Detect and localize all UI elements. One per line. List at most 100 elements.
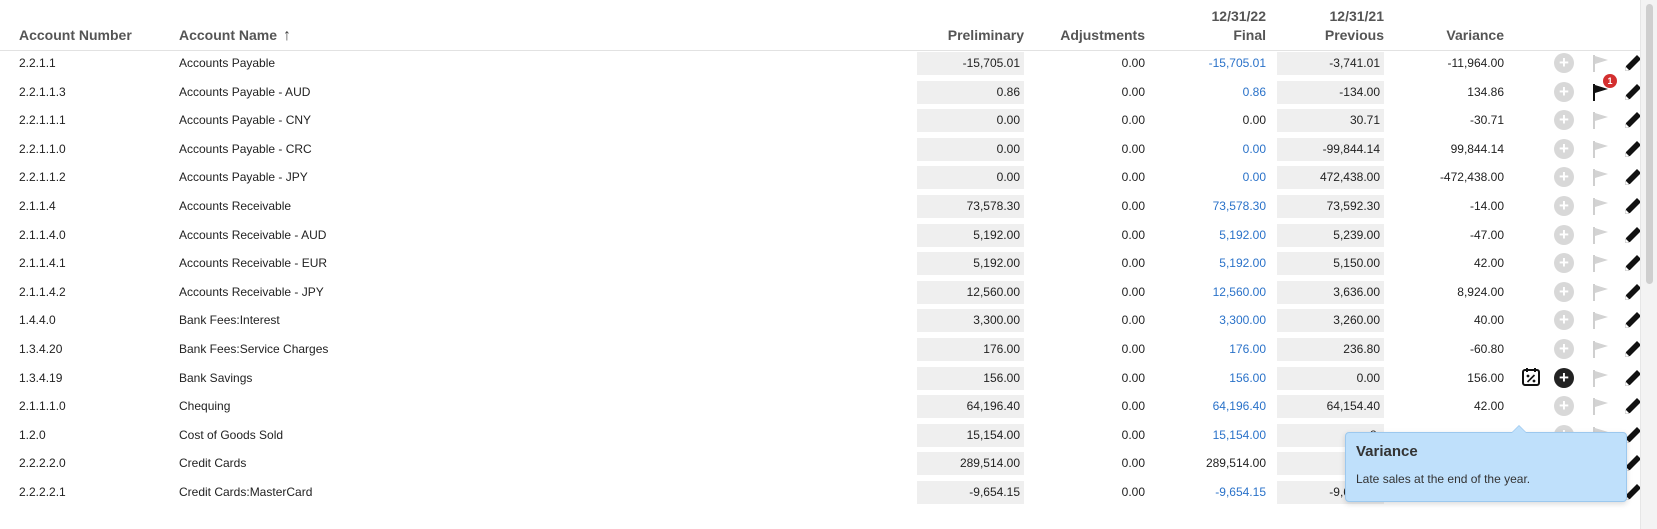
- plus-circle-icon[interactable]: +: [1554, 281, 1574, 302]
- flag-icon[interactable]: [1590, 52, 1612, 74]
- account-number: 2.1.1.4.1: [19, 256, 66, 271]
- final-value-link[interactable]: 5,192.00: [1160, 220, 1266, 250]
- variance-value: 156.00: [1467, 370, 1504, 385]
- account-name: Accounts Payable - JPY: [179, 170, 308, 185]
- header-account-number[interactable]: Account Number: [19, 27, 132, 43]
- final-value-link[interactable]: 5,192.00: [1160, 248, 1266, 278]
- table-row[interactable]: 2.2.1.1.2 Accounts Payable - JPY 0.00 0.…: [0, 162, 1641, 192]
- header-previous-date: 12/31/21: [1329, 8, 1385, 24]
- plus-circle-icon[interactable]: +: [1554, 310, 1574, 331]
- account-name: Accounts Receivable - EUR: [179, 256, 328, 271]
- final-value-link[interactable]: 15,154.00: [1160, 420, 1266, 450]
- preliminary-value: 289,514.00: [917, 452, 1024, 476]
- plus-circle-icon[interactable]: +: [1554, 167, 1574, 188]
- header-account-name[interactable]: Account Name ↑: [179, 27, 291, 45]
- flag-icon[interactable]: [1590, 166, 1612, 188]
- percent-calendar-icon[interactable]: [1520, 366, 1542, 388]
- previous-value: 0.00: [1277, 366, 1384, 390]
- flag-icon[interactable]: [1590, 367, 1612, 389]
- flag-icon[interactable]: [1590, 195, 1612, 217]
- scrollbar-thumb[interactable]: [1646, 4, 1653, 284]
- final-value: 289,514.00: [1205, 456, 1266, 471]
- final-value-link[interactable]: 0.00: [1160, 134, 1266, 164]
- account-number: 2.1.1.4.0: [19, 227, 66, 242]
- table-row[interactable]: 2.2.1.1.0 Accounts Payable - CRC 0.00 0.…: [0, 134, 1641, 164]
- final-value-link[interactable]: 156.00: [1160, 363, 1266, 393]
- variance-value: 134.86: [1467, 84, 1504, 99]
- table-row[interactable]: 2.2.1.1.3 Accounts Payable - AUD 0.86 0.…: [0, 73, 1641, 107]
- final-value-link[interactable]: 0.86: [1160, 77, 1266, 107]
- adjustments-value: 0.00: [1121, 284, 1145, 299]
- account-number: 2.1.1.1.0: [19, 399, 66, 414]
- plus-circle-icon[interactable]: +: [1554, 396, 1574, 417]
- tooltip-title: Variance: [1356, 443, 1418, 460]
- previous-value: -3,741.01: [1277, 52, 1384, 75]
- preliminary-value: -15,705.01: [917, 52, 1024, 75]
- table-row[interactable]: 1.4.4.0 Bank Fees:Interest 3,300.00 0.00…: [0, 305, 1641, 335]
- preliminary-value: 64,196.40: [917, 395, 1024, 419]
- previous-value: 472,438.00: [1277, 166, 1384, 190]
- plus-circle-icon[interactable]: +: [1554, 110, 1574, 131]
- final-value-link[interactable]: 12,560.00: [1160, 277, 1266, 307]
- preliminary-value: 15,154.00: [917, 423, 1024, 447]
- variance-value: 99,844.14: [1450, 141, 1504, 156]
- table-row[interactable]: 2.1.1.4.0 Accounts Receivable - AUD 5,19…: [0, 220, 1641, 250]
- account-name: Cost of Goods Sold: [179, 427, 284, 442]
- account-number: 2.2.1.1.1: [19, 113, 66, 128]
- plus-circle-icon[interactable]: +: [1554, 81, 1574, 102]
- flag-icon[interactable]: [1590, 224, 1612, 246]
- plus-circle-icon[interactable]: +: [1554, 53, 1574, 73]
- variance-value: 42.00: [1473, 256, 1504, 271]
- table-row[interactable]: 2.2.1.1.1 Accounts Payable - CNY 0.00 0.…: [0, 105, 1641, 135]
- preliminary-value: 3,300.00: [917, 309, 1024, 333]
- flag-icon[interactable]: [1590, 138, 1612, 160]
- plus-circle-icon[interactable]: +: [1554, 196, 1574, 216]
- header-preliminary[interactable]: Preliminary: [917, 27, 1024, 43]
- table-row[interactable]: 1.3.4.19 Bank Savings 156.00 0.00 156.00…: [0, 363, 1641, 393]
- final-value-link[interactable]: 64,196.40: [1160, 391, 1266, 421]
- header-final[interactable]: Final: [1160, 27, 1266, 43]
- plus-circle-icon[interactable]: +: [1554, 138, 1574, 159]
- flag-icon[interactable]: [1590, 281, 1612, 303]
- plus-circle-icon[interactable]: +: [1554, 367, 1574, 388]
- table-row[interactable]: 2.1.1.4.1 Accounts Receivable - EUR 5,19…: [0, 248, 1641, 278]
- grid-header: Account Number Account Name ↑ Preliminary…: [0, 0, 1640, 51]
- previous-value: 30.71: [1277, 109, 1384, 133]
- final-value-link[interactable]: 176.00: [1160, 334, 1266, 364]
- account-name: Accounts Receivable - AUD: [179, 227, 327, 242]
- header-adjustments[interactable]: Adjustments: [1040, 27, 1145, 43]
- plus-circle-icon[interactable]: +: [1554, 253, 1574, 274]
- previous-value: -134.00: [1277, 80, 1384, 104]
- table-row[interactable]: 2.1.1.1.0 Chequing 64,196.40 0.00 64,196…: [0, 391, 1641, 421]
- plus-circle-icon[interactable]: +: [1554, 224, 1574, 245]
- table-row[interactable]: 2.1.1.4 Accounts Receivable 73,578.30 0.…: [0, 191, 1641, 221]
- table-row[interactable]: 2.1.1.4.2 Accounts Receivable - JPY 12,5…: [0, 277, 1641, 307]
- final-value-link[interactable]: -15,705.01: [1160, 48, 1266, 78]
- account-name: Credit Cards: [179, 456, 247, 471]
- final-value-link[interactable]: 0.00: [1160, 162, 1266, 192]
- header-previous[interactable]: Previous: [1277, 27, 1384, 43]
- account-name: Accounts Payable: [179, 56, 276, 70]
- flag-icon[interactable]: [1590, 109, 1612, 131]
- final-value-link[interactable]: -9,654.15: [1160, 477, 1266, 507]
- table-row[interactable]: 1.3.4.20 Bank Fees:Service Charges 176.0…: [0, 334, 1641, 364]
- preliminary-value: 0.00: [917, 166, 1024, 190]
- account-number: 2.2.2.2.1: [19, 485, 66, 499]
- flag-icon[interactable]: [1590, 395, 1612, 417]
- account-number: 2.1.1.4.2: [19, 284, 66, 299]
- flag-icon[interactable]: [1590, 252, 1612, 274]
- adjustments-value: 0.00: [1121, 342, 1145, 356]
- flag-count-badge: 1: [1603, 73, 1617, 88]
- plus-circle-icon[interactable]: +: [1554, 339, 1574, 359]
- vertical-scrollbar[interactable]: [1640, 0, 1657, 529]
- flag-icon[interactable]: [1590, 338, 1612, 360]
- table-row[interactable]: 2.2.1.1 Accounts Payable -15,705.01 0.00…: [0, 48, 1641, 78]
- final-value-link[interactable]: 73,578.30: [1160, 191, 1266, 221]
- flag-icon[interactable]: [1590, 309, 1612, 331]
- variance-value: 8,924.00: [1457, 284, 1504, 299]
- header-variance[interactable]: Variance: [1395, 27, 1504, 43]
- final-value-link[interactable]: 3,300.00: [1160, 305, 1266, 335]
- adjustments-value: 0.00: [1121, 56, 1145, 70]
- variance-value: -30.71: [1469, 113, 1504, 128]
- adjustments-value: 0.00: [1121, 227, 1145, 242]
